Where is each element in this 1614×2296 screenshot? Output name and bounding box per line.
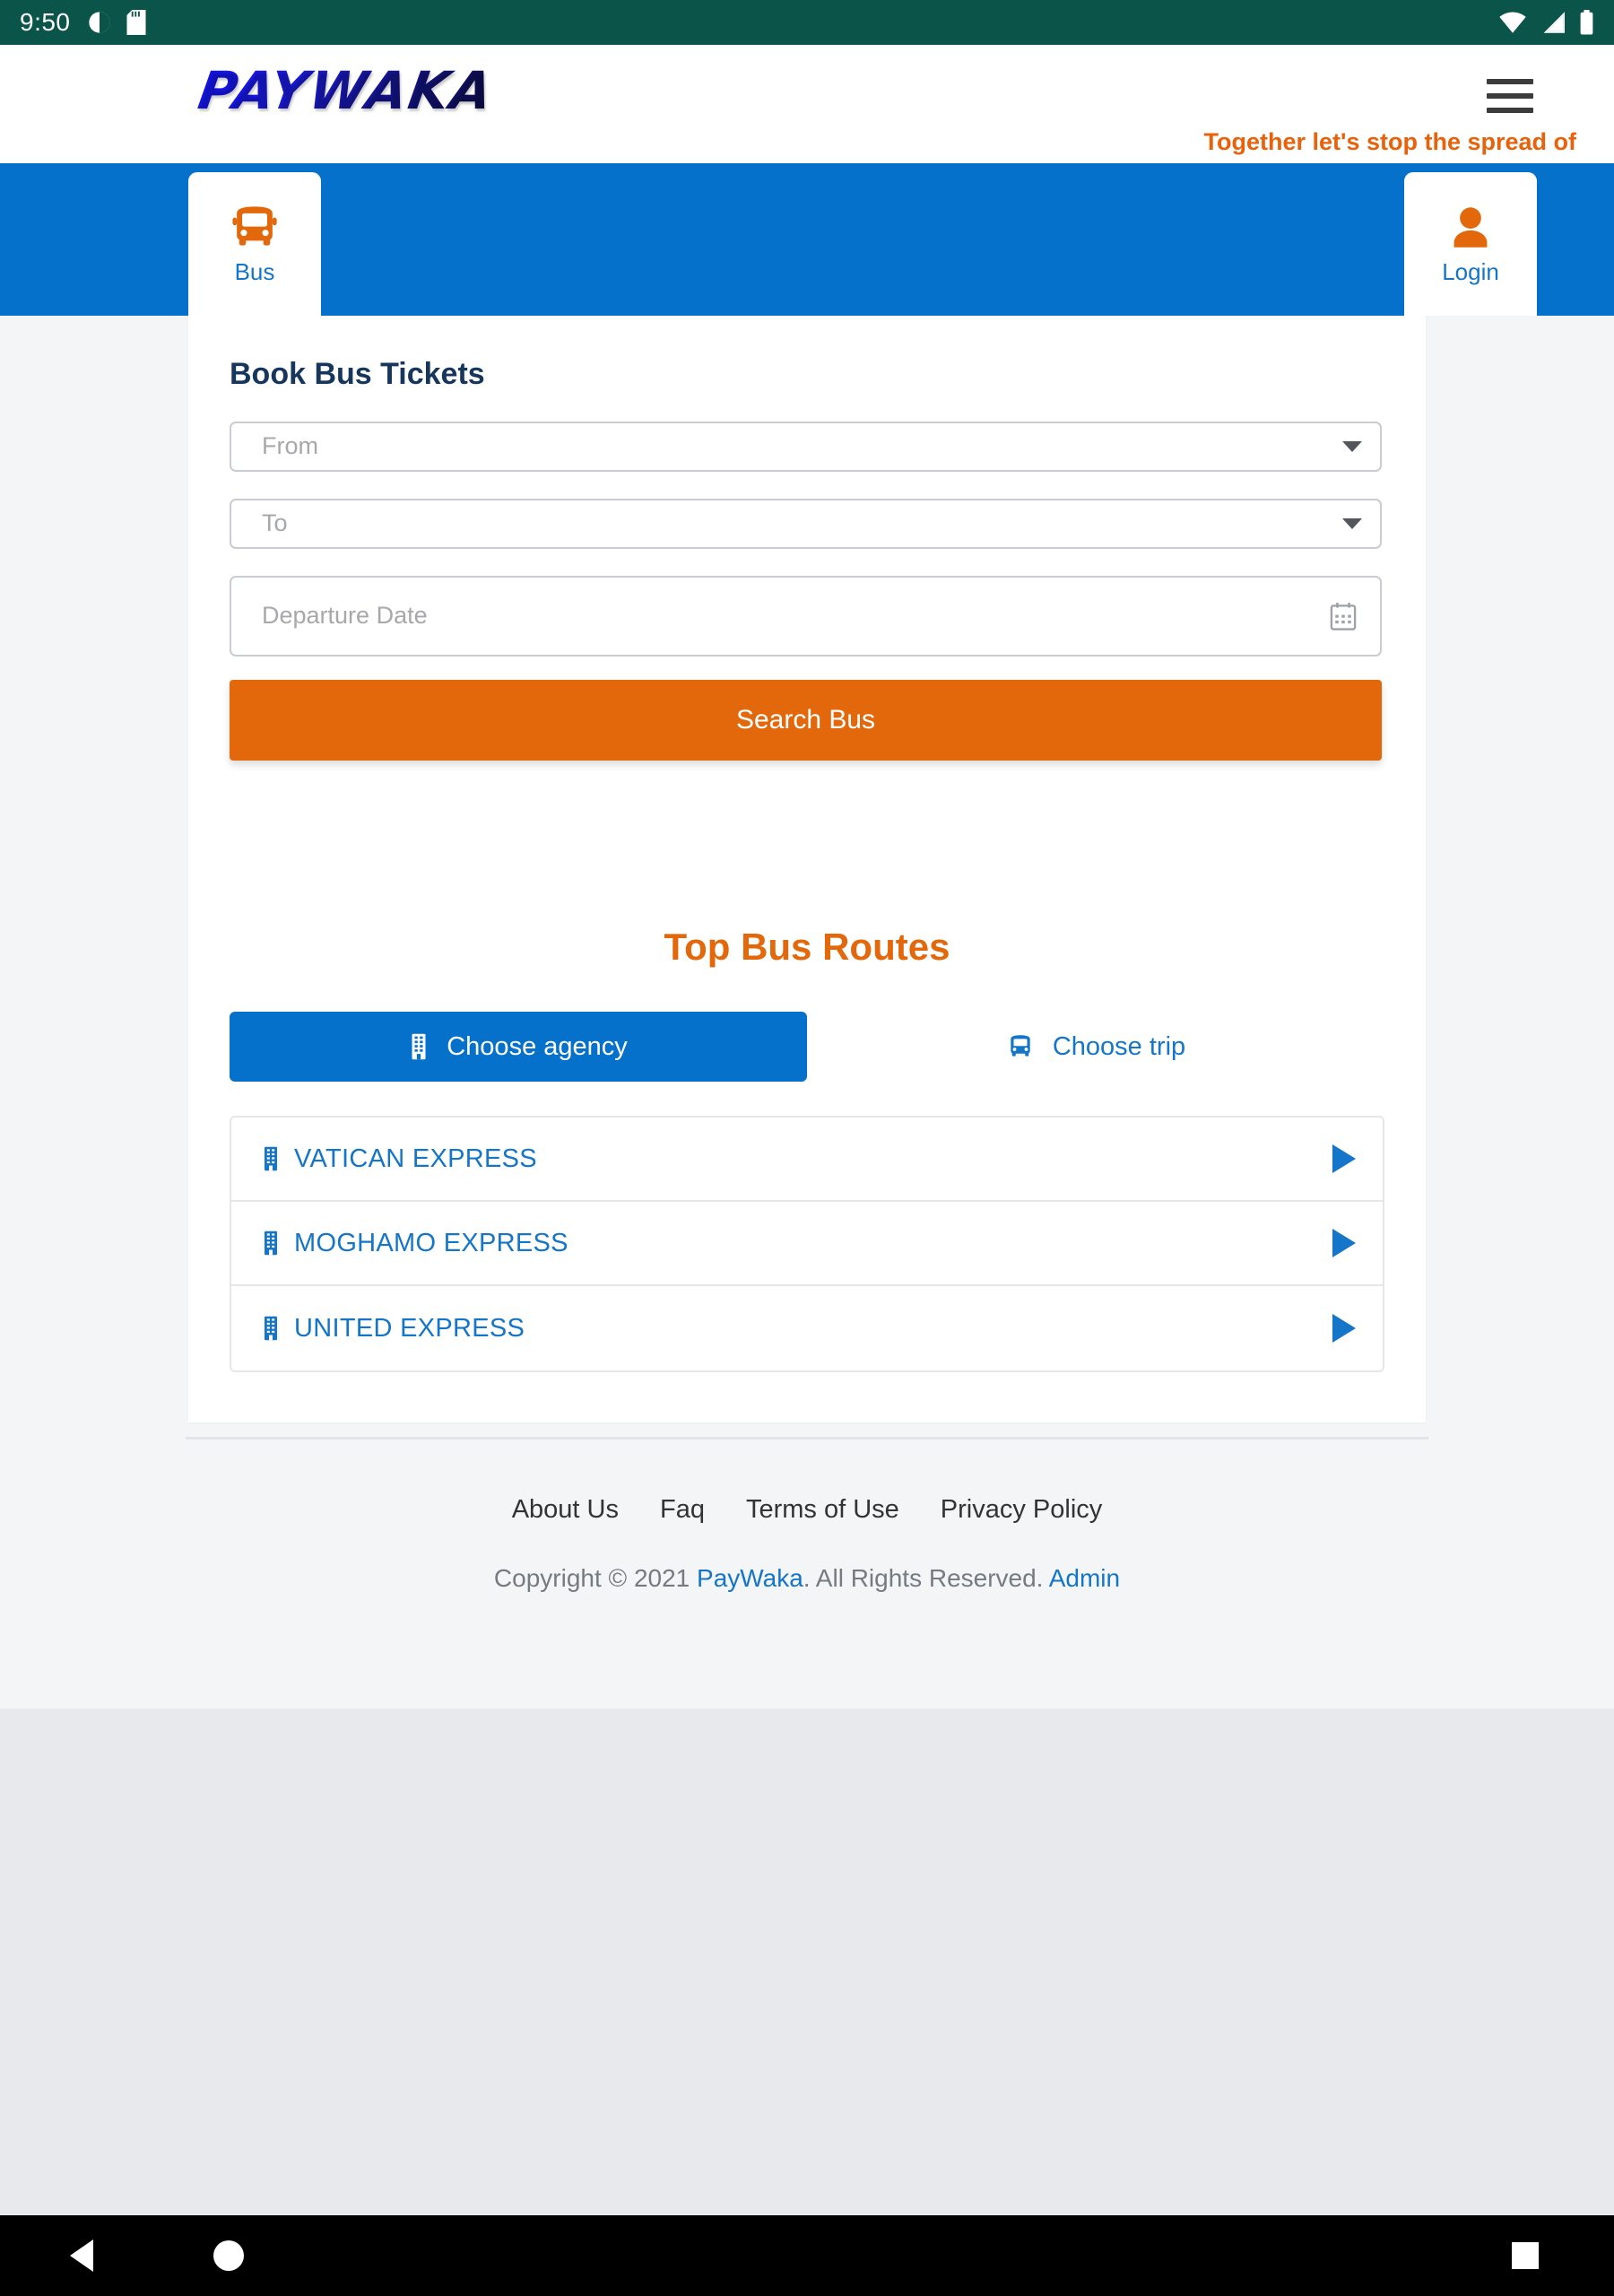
status-left-icons xyxy=(87,10,146,35)
agency-name: MOGHAMO EXPRESS xyxy=(294,1228,568,1257)
page-title: Book Bus Tickets xyxy=(230,357,485,391)
departure-date-input[interactable]: Departure Date xyxy=(230,575,1382,657)
calendar-icon[interactable] xyxy=(1330,602,1357,631)
departure-date-value: Departure Date xyxy=(262,602,428,630)
agency-list: VATICAN EXPRESS MOGHAMO EXPRESS UNITED E… xyxy=(230,1116,1384,1373)
recents-square-icon[interactable] xyxy=(1512,2242,1539,2269)
footer-link-faq[interactable]: Faq xyxy=(660,1495,705,1525)
copyright-line: Copyright © 2021 PayWaka. All Rights Res… xyxy=(0,1564,1614,1593)
footer-link-terms-of-use[interactable]: Terms of Use xyxy=(746,1495,899,1525)
footer-divider xyxy=(186,1437,1428,1439)
paywaka-logo[interactable]: PAYWAKA xyxy=(195,60,499,121)
building-icon xyxy=(412,1034,426,1060)
page-body: Book Bus Tickets From To Departure Date xyxy=(0,316,1614,1709)
routes-segment-control: Choose agency Choose trip xyxy=(230,1012,1384,1083)
primary-tab-strip: Bus Login xyxy=(0,163,1614,316)
bus-icon xyxy=(1011,1035,1030,1057)
list-item[interactable]: UNITED EXPRESS xyxy=(231,1286,1383,1371)
battery-icon xyxy=(1580,10,1593,35)
to-select[interactable]: To xyxy=(230,498,1382,549)
footer-link-about-us[interactable]: About Us xyxy=(512,1495,619,1525)
tab-choose-agency-label: Choose agency xyxy=(447,1031,628,1061)
chevron-down-icon xyxy=(1342,440,1362,452)
sd-card-icon xyxy=(126,10,145,35)
copyright-middle: . All Rights Reserved. xyxy=(803,1564,1049,1592)
building-icon xyxy=(265,1146,277,1171)
from-select[interactable]: From xyxy=(230,421,1382,472)
search-bus-button[interactable]: Search Bus xyxy=(230,679,1382,761)
top-bus-routes-card: Top Bus Routes Choose agency Choose trip… xyxy=(188,881,1426,1423)
admin-link[interactable]: Admin xyxy=(1049,1564,1120,1592)
back-triangle-icon[interactable] xyxy=(70,2239,93,2272)
tab-bus[interactable]: Bus xyxy=(188,172,321,316)
hamburger-menu-icon[interactable] xyxy=(1487,79,1533,113)
play-arrow-icon[interactable] xyxy=(1332,1229,1356,1258)
footer-links: About Us Faq Terms of Use Privacy Policy xyxy=(0,1495,1614,1525)
copyright-prefix: Copyright © 2021 xyxy=(493,1564,698,1592)
android-nav-bar xyxy=(0,2215,1614,2296)
chevron-down-icon xyxy=(1342,517,1362,529)
status-clock: 9:50 xyxy=(20,8,71,36)
tab-login[interactable]: Login xyxy=(1404,172,1537,316)
cellular-signal-icon xyxy=(1543,12,1565,33)
tab-choose-agency[interactable]: Choose agency xyxy=(230,1012,807,1083)
android-status-bar: 9:50 xyxy=(0,0,1614,45)
building-icon xyxy=(265,1316,277,1341)
to-select-value: To xyxy=(262,509,288,537)
top-bus-routes-title: Top Bus Routes xyxy=(664,926,950,968)
tab-choose-trip[interactable]: Choose trip xyxy=(807,1012,1384,1082)
device-screen: 9:50 PAYWAKA Together let's stop the spr… xyxy=(0,0,1614,2296)
tab-choose-trip-label: Choose trip xyxy=(1052,1031,1186,1061)
brand-link[interactable]: PayWaka xyxy=(697,1564,803,1592)
site-footer: About Us Faq Terms of Use Privacy Policy… xyxy=(0,1437,1614,1593)
list-item[interactable]: MOGHAMO EXPRESS xyxy=(231,1202,1383,1287)
booking-card: Book Bus Tickets From To Departure Date xyxy=(188,316,1426,881)
list-item[interactable]: VATICAN EXPRESS xyxy=(231,1118,1383,1203)
play-arrow-icon[interactable] xyxy=(1332,1314,1356,1344)
home-circle-icon[interactable] xyxy=(213,2240,244,2271)
tab-login-label: Login xyxy=(1442,258,1499,285)
user-icon xyxy=(1453,207,1488,248)
play-arrow-icon[interactable] xyxy=(1332,1144,1356,1174)
wifi-icon xyxy=(1499,12,1526,33)
status-right-icons xyxy=(1498,10,1594,35)
do-not-disturb-icon xyxy=(88,12,110,33)
covid-marquee-text: Together let's stop the spread of xyxy=(1203,128,1576,155)
agency-name: VATICAN EXPRESS xyxy=(294,1144,537,1173)
building-icon xyxy=(265,1231,277,1256)
tab-bus-label: Bus xyxy=(234,258,275,285)
from-select-value: From xyxy=(262,432,318,460)
bus-icon xyxy=(232,206,277,246)
site-header: PAYWAKA Together let's stop the spread o… xyxy=(0,45,1614,163)
footer-link-privacy-policy[interactable]: Privacy Policy xyxy=(941,1495,1103,1525)
agency-name: UNITED EXPRESS xyxy=(294,1313,525,1343)
